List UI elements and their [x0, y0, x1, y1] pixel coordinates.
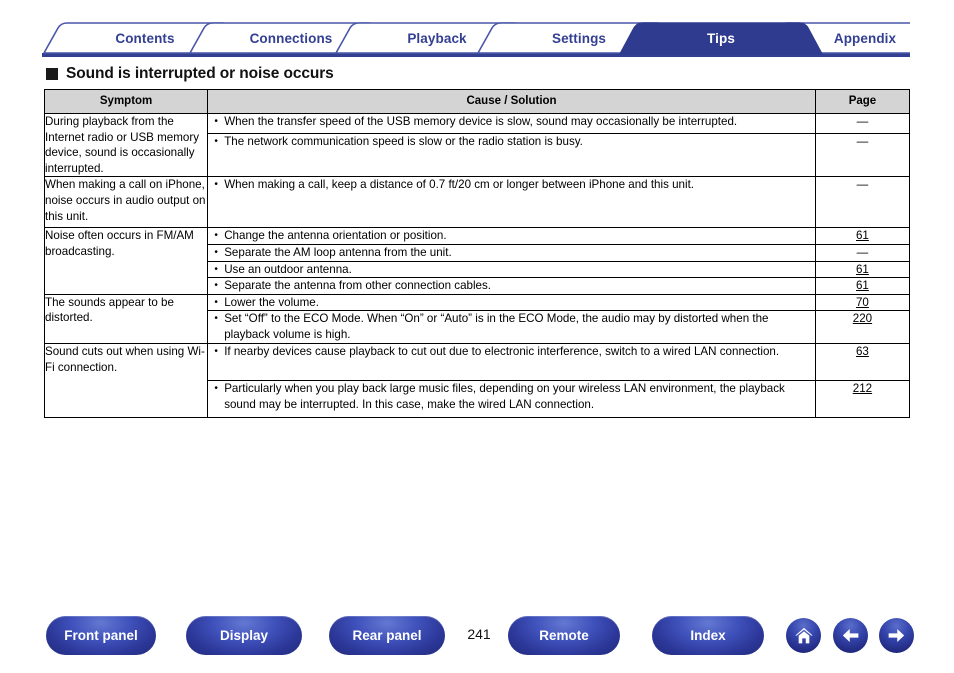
page-cell[interactable]: 61 — [814, 260, 911, 279]
footer-navigation: Front panel Display Rear panel 241 Remot… — [0, 616, 954, 660]
arrow-left-icon[interactable] — [833, 618, 868, 653]
page-cell: — — [814, 176, 911, 229]
bullet-icon: • — [214, 230, 218, 242]
cause-text: Change the antenna orientation or positi… — [224, 229, 447, 243]
page-link[interactable]: 63 — [856, 345, 869, 358]
troubleshooting-table: Symptom Cause / Solution Page During pla… — [43, 89, 911, 419]
bullet-icon: • — [214, 383, 218, 395]
page-cell[interactable]: 61 — [814, 277, 911, 295]
symptom-cell: When making a call on iPhone, noise occu… — [43, 176, 209, 229]
cause-text: Separate the AM loop antenna from the un… — [224, 245, 452, 259]
bullet-icon: • — [214, 246, 218, 258]
cause-cell: • If nearby devices cause playback to cu… — [207, 343, 816, 382]
page-cell[interactable]: 220 — [814, 310, 911, 345]
rear-panel-button[interactable]: Rear panel — [329, 616, 445, 655]
page-title: Sound is interrupted or noise occurs — [46, 65, 334, 83]
page-link[interactable]: 61 — [856, 229, 869, 242]
arrow-left-glyph — [842, 628, 859, 643]
cause-cell: • Separate the AM loop antenna from the … — [207, 243, 816, 262]
cause-text: Set “Off” to the ECO Mode. When “On” or … — [224, 312, 769, 341]
cause-text: When making a call, keep a distance of 0… — [224, 178, 695, 192]
page-number: 241 — [467, 626, 491, 642]
cause-cell: • When the transfer speed of the USB mem… — [207, 112, 816, 135]
home-icon[interactable] — [786, 618, 821, 653]
page-cell[interactable]: 70 — [814, 293, 911, 312]
table-row: During playback from the Internet radio … — [43, 112, 911, 178]
arrow-right-glyph — [888, 628, 905, 643]
bullet-icon: • — [214, 296, 218, 308]
page-cell: — — [814, 133, 911, 178]
arrow-right-icon[interactable] — [879, 618, 914, 653]
bullet-icon: • — [214, 179, 218, 191]
bullet-icon: • — [214, 116, 218, 127]
front-panel-button[interactable]: Front panel — [46, 616, 156, 655]
page-link[interactable]: 220 — [853, 312, 872, 325]
cause-text: When the transfer speed of the USB memor… — [224, 115, 738, 128]
cause-cell: • Separate the antenna from other connec… — [207, 277, 816, 295]
table-row: Noise often occurs in FM/AM broadcasting… — [43, 227, 911, 295]
cause-cell: • When making a call, keep a distance of… — [207, 176, 816, 229]
symptom-cell: Sound cuts out when using Wi-Fi connecti… — [43, 343, 209, 419]
symptom-cell: During playback from the Internet radio … — [43, 112, 209, 178]
cause-text: Particularly when you play back large mu… — [224, 382, 785, 411]
cause-text: Separate the antenna from other connecti… — [224, 279, 492, 293]
page-link[interactable]: 61 — [856, 263, 869, 276]
tab-bar[interactable]: Contents Connections Playback Settings T… — [42, 22, 910, 58]
home-glyph — [794, 627, 813, 643]
remote-button[interactable]: Remote — [508, 616, 620, 655]
cause-text: The network communication speed is slow … — [224, 135, 583, 149]
column-header-page: Page — [814, 89, 911, 114]
column-header-cause: Cause / Solution — [207, 89, 816, 114]
page-cell[interactable]: 212 — [814, 380, 911, 419]
cause-cell: • Lower the volume. — [207, 293, 816, 312]
page-link[interactable]: 70 — [856, 296, 869, 309]
page-value: — — [856, 135, 869, 149]
bullet-icon: • — [214, 313, 218, 325]
page-cell: — — [814, 112, 911, 135]
filled-square-icon — [46, 68, 58, 80]
page-link[interactable]: 212 — [853, 382, 872, 395]
tab-appendix[interactable]: Appendix — [762, 22, 954, 56]
table-row: Sound cuts out when using Wi-Fi connecti… — [43, 343, 911, 419]
index-button[interactable]: Index — [652, 616, 764, 655]
table-header-row: Symptom Cause / Solution Page — [43, 89, 911, 114]
symptom-cell: Noise often occurs in FM/AM broadcasting… — [43, 227, 209, 295]
page-link[interactable]: 61 — [856, 279, 869, 292]
page-value: — — [856, 115, 869, 128]
page-value: — — [856, 178, 869, 192]
display-button[interactable]: Display — [186, 616, 302, 655]
cause-cell: • Set “Off” to the ECO Mode. When “On” o… — [207, 310, 816, 345]
cause-text: Lower the volume. — [224, 295, 319, 309]
bullet-icon: • — [214, 280, 218, 292]
bullet-icon: • — [214, 346, 218, 358]
page-cell[interactable]: 63 — [814, 343, 911, 382]
page-cell[interactable]: 61 — [814, 227, 911, 245]
bullet-icon: • — [214, 263, 218, 275]
table-row: The sounds appear to be distorted. • Low… — [43, 293, 911, 345]
cause-cell: • The network communication speed is slo… — [207, 133, 816, 178]
cause-text: If nearby devices cause playback to cut … — [224, 345, 780, 359]
page-value: — — [856, 245, 869, 259]
bullet-icon: • — [214, 136, 218, 148]
cause-cell: • Particularly when you play back large … — [207, 380, 816, 419]
page-title-text: Sound is interrupted or noise occurs — [66, 65, 334, 82]
cause-cell: • Change the antenna orientation or posi… — [207, 227, 816, 245]
page-cell: — — [814, 243, 911, 262]
cause-cell: • Use an outdoor antenna. — [207, 260, 816, 279]
column-header-symptom: Symptom — [43, 89, 209, 114]
symptom-cell: The sounds appear to be distorted. — [43, 293, 209, 345]
cause-text: Use an outdoor antenna. — [224, 262, 352, 276]
table-row: When making a call on iPhone, noise occu… — [43, 176, 911, 229]
